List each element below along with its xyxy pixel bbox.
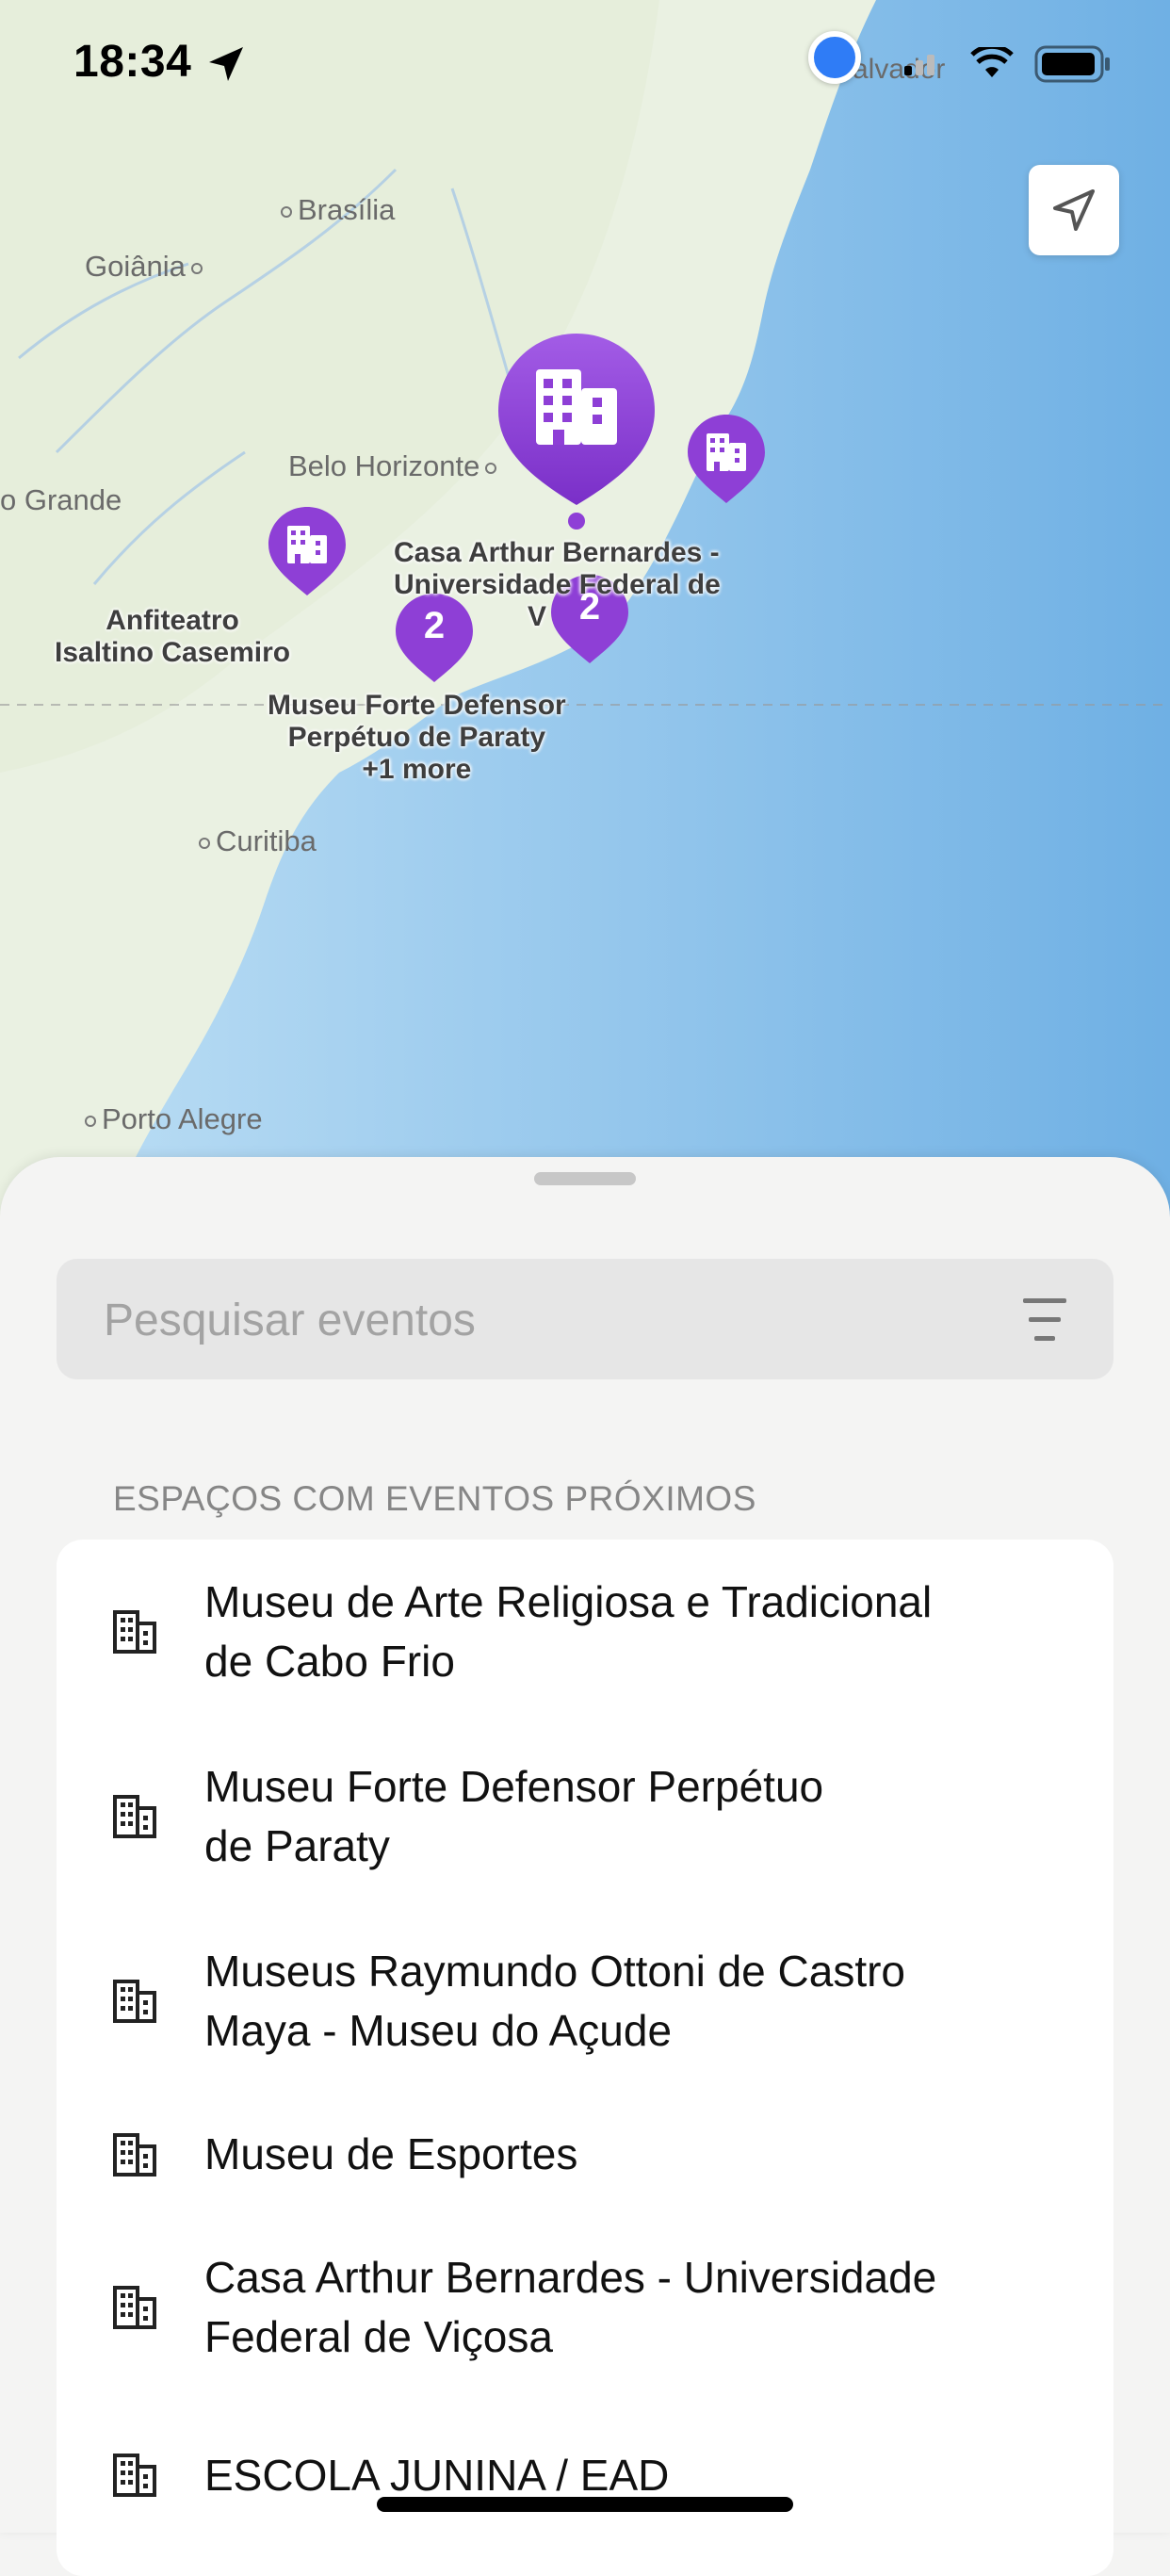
list-item-line: Museu de Esportes: [204, 2129, 578, 2178]
city-brasilia: Brasília: [275, 193, 395, 227]
venue-pin[interactable]: [267, 505, 348, 599]
map-view[interactable]: Brasília Goiânia Belo Horizonte o Grande…: [0, 0, 1170, 1225]
list-item[interactable]: ESCOLA JUNINA / EAD: [57, 2400, 1113, 2551]
list-item-title: Museu de Esportes: [204, 2125, 1052, 2184]
list-item-line: Casa Arthur Bernardes - Universidade: [204, 2253, 937, 2302]
pin-label-line: Museu Forte Defensor: [268, 690, 566, 721]
city-label: o Grande: [0, 483, 122, 516]
pin-label-line: Anfiteatro: [106, 605, 239, 636]
status-time: 18:34: [73, 37, 192, 87]
bottom-sheet[interactable]: ESPAÇOS COM EVENTOS PRÓXIMOS Museu de Ar…: [0, 1157, 1170, 2576]
list-item-title: Casa Arthur Bernardes - Universidade Fede…: [204, 2248, 1052, 2367]
user-location-dot: [808, 31, 861, 84]
list-item-title: Museu de Arte Religiosa e Tradicional de …: [204, 1573, 1052, 1691]
filter-icon[interactable]: [1021, 1295, 1068, 1344]
wifi-icon: [970, 47, 1014, 77]
home-indicator[interactable]: [377, 2497, 793, 2512]
list-item-line: Federal de Viçosa: [204, 2312, 553, 2361]
pin-label-anfiteatro: Anfiteatro Isaltino Casemiro: [55, 605, 290, 669]
search-input[interactable]: [102, 1259, 953, 1381]
section-title: ESPAÇOS COM EVENTOS PRÓXIMOS: [113, 1479, 756, 1518]
pin-label-line: Perpétuo de Paraty: [287, 722, 546, 753]
pin-label-line: +1 more: [362, 754, 472, 785]
building-icon: [111, 2452, 158, 2503]
status-bar: 18:34: [0, 0, 1170, 122]
list-item-line: Museu Forte Defensor Perpétuo: [204, 1762, 824, 1811]
pin-label-line: V: [528, 601, 547, 632]
city-label: Belo Horizonte: [288, 449, 480, 482]
building-icon: [111, 2131, 158, 2183]
list-item-line: de Paraty: [204, 1821, 390, 1870]
list-item[interactable]: Museu de Arte Religiosa e Tradicional de …: [57, 1540, 1113, 1724]
pin-label-line: Casa Arthur Bernardes -: [394, 537, 720, 568]
venue-pin[interactable]: [686, 413, 767, 507]
city-label: Curitiba: [216, 824, 317, 857]
list-item-title: Museu Forte Defensor Perpétuo de Paraty: [204, 1757, 1052, 1876]
pin-label-line: Universidade Federal de: [394, 569, 721, 600]
building-icon: [111, 1608, 158, 1660]
building-icon: [111, 2284, 158, 2336]
pin-label-museu-forte: Museu Forte Defensor Perpétuo de Paraty …: [268, 690, 566, 786]
city-porto-alegre: Porto Alegre: [79, 1102, 263, 1136]
list-item-line: de Cabo Frio: [204, 1637, 455, 1686]
list-item-line: Museus Raymundo Ottoni de Castro: [204, 1947, 906, 1996]
city-label: Brasília: [298, 193, 396, 226]
pin-label-line: Isaltino Casemiro: [55, 637, 291, 668]
locate-button[interactable]: [1029, 165, 1119, 255]
battery-icon: [1034, 45, 1110, 83]
list-item[interactable]: Museu Forte Defensor Perpétuo de Paraty: [57, 1724, 1113, 1909]
cellular-signal-icon: [904, 55, 934, 75]
pin-label-casa-arthur: Casa Arthur Bernardes - Universidade Fed…: [394, 537, 721, 633]
selected-pin[interactable]: [495, 330, 658, 532]
list-item-title: Museus Raymundo Ottoni de Castro Maya - M…: [204, 1942, 1052, 2061]
location-services-icon: [209, 47, 243, 81]
city-goiania: Goiânia: [85, 250, 208, 284]
building-icon: [111, 1793, 158, 1845]
search-bar[interactable]: [57, 1259, 1113, 1381]
list-item[interactable]: Museus Raymundo Ottoni de Castro Maya - M…: [57, 1909, 1113, 2094]
city-grande: o Grande: [0, 483, 122, 517]
list-item-line: Museu de Arte Religiosa e Tradicional: [204, 1577, 933, 1626]
venue-list: Museu de Arte Religiosa e Tradicional de …: [57, 1540, 1113, 2576]
list-item-line: Maya - Museu do Açude: [204, 2006, 673, 2055]
list-item[interactable]: Museu de Esportes: [57, 2094, 1113, 2215]
city-label: Goiânia: [85, 250, 186, 283]
city-label: Porto Alegre: [102, 1102, 263, 1135]
city-belo-horizonte: Belo Horizonte: [288, 449, 502, 483]
location-arrow-icon: [1053, 189, 1095, 231]
sheet-grabber[interactable]: [534, 1172, 636, 1185]
list-item[interactable]: Casa Arthur Bernardes - Universidade Fede…: [57, 2215, 1113, 2400]
city-curitiba: Curitiba: [193, 824, 317, 858]
building-icon: [111, 1978, 158, 2030]
